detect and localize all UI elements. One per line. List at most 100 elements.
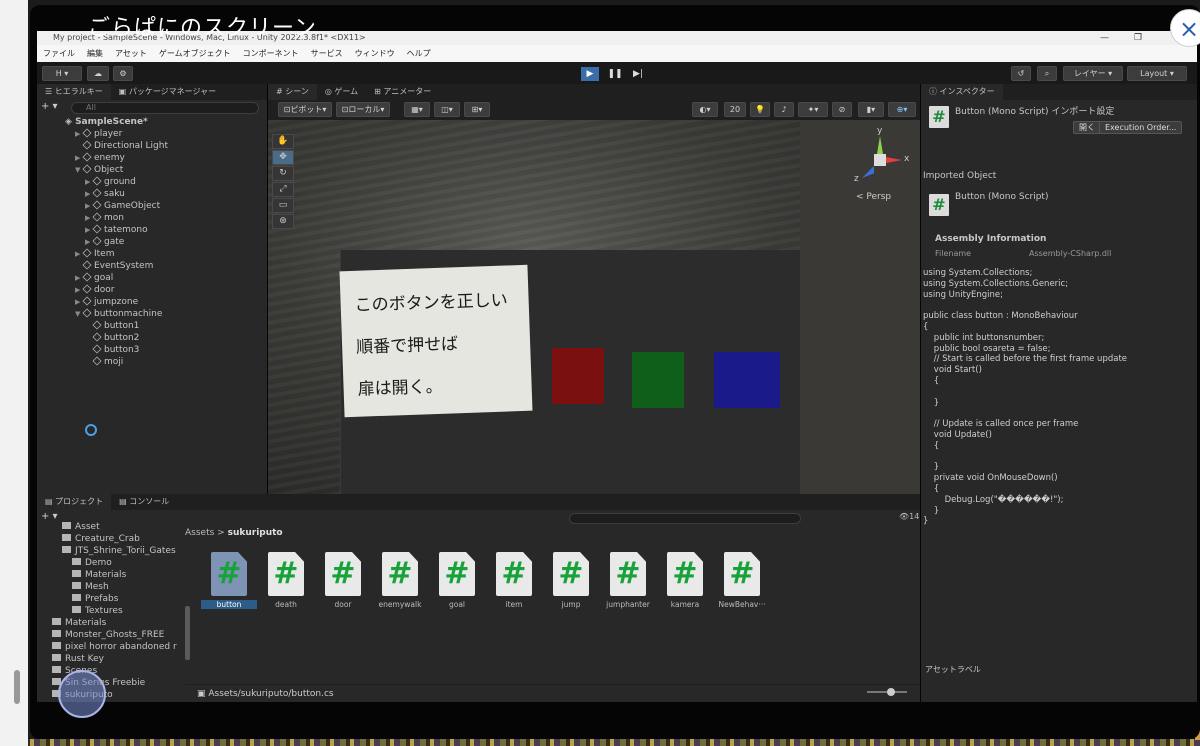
asset-tile[interactable]: # item [486, 552, 542, 609]
hierarchy-item[interactable]: ▼ buttonmachine [75, 308, 162, 320]
increment-snap-button[interactable]: ⊞▾ [464, 102, 490, 117]
scene-camera-dropdown[interactable]: ▮▾ [858, 102, 884, 117]
breadcrumb-root[interactable]: Assets [185, 528, 214, 538]
minimize-button[interactable]: — [1100, 31, 1109, 45]
folder-item[interactable]: JTS_Shrine_Torii_Gates [62, 545, 176, 557]
scene-viewport[interactable]: このボタンを正しい 順番で押せば 扉は開く。 y x z < Persp [268, 120, 920, 494]
tab-project[interactable]: ▤ プロジェクト [37, 494, 112, 510]
asset-tile[interactable]: # death [258, 552, 314, 609]
menu-edit[interactable]: 編集 [87, 49, 103, 58]
folder-item[interactable]: Creature_Crab [62, 533, 140, 545]
asset-tile[interactable]: # NewBehav··· [714, 552, 770, 609]
hierarchy-item[interactable]: ▶ player [75, 128, 122, 140]
camera-speed-value[interactable]: 20 [724, 102, 746, 117]
expand-arrow-icon[interactable]: ▶ [75, 272, 83, 284]
tab-hierarchy[interactable]: ☰ ヒエラルキー [37, 84, 111, 100]
slider-thumb[interactable] [887, 688, 895, 696]
hierarchy-item[interactable]: button1 [85, 320, 139, 332]
rotate-tool-button[interactable]: ↻ [272, 166, 294, 181]
hierarchy-search-field[interactable]: All [71, 102, 259, 114]
expand-arrow-icon[interactable]: ▶ [85, 176, 93, 188]
hierarchy-item[interactable]: ▶ saku [85, 188, 125, 200]
pivot-dropdown[interactable]: ⊡ピボット▾ [278, 102, 332, 117]
folder-item[interactable]: Materials [52, 617, 106, 629]
hierarchy-item[interactable]: ▶ jumpzone [75, 296, 138, 308]
green-button-cube[interactable] [632, 352, 684, 408]
folder-item[interactable]: Mesh [72, 581, 109, 593]
hand-tool-button[interactable]: ✋ [272, 134, 294, 149]
folder-item[interactable]: Asset [62, 521, 100, 533]
hierarchy-item[interactable]: moji [85, 356, 123, 368]
hierarchy-add-button[interactable]: + ▾ [41, 101, 58, 112]
hierarchy-item[interactable]: ▶ tatemono [85, 224, 148, 236]
folder-item[interactable]: Demo [72, 557, 112, 569]
tab-game[interactable]: ◎ ゲーム [317, 84, 366, 100]
lighting-toggle[interactable]: 💡 [750, 102, 770, 117]
hierarchy-item[interactable]: ▶ goal [75, 272, 113, 284]
expand-arrow-icon[interactable]: ▶ [75, 296, 83, 308]
folder-item[interactable]: pixel horror abandoned r [52, 641, 177, 653]
expand-arrow-icon[interactable]: ▶ [85, 200, 93, 212]
transform-tool-button[interactable]: ⊛ [272, 214, 294, 229]
folder-tree-scrollbar[interactable] [185, 606, 190, 660]
expand-arrow-icon[interactable]: ▼ [75, 308, 83, 320]
persp-label[interactable]: < Persp [856, 192, 891, 202]
hierarchy-item[interactable]: ▶ enemy [75, 152, 125, 164]
expand-arrow-icon[interactable]: ▶ [85, 224, 93, 236]
pause-button[interactable]: ❚❚ [606, 67, 624, 81]
menu-help[interactable]: ヘルプ [407, 49, 431, 58]
project-add-button[interactable]: + ▾ [41, 511, 58, 522]
expand-arrow-icon[interactable]: ▼ [75, 164, 83, 176]
menu-gameobject[interactable]: ゲームオブジェクト [159, 49, 231, 58]
hierarchy-item[interactable]: button2 [85, 332, 139, 344]
hierarchy-item[interactable]: Directional Light [75, 140, 168, 152]
menu-services[interactable]: サービス [311, 49, 343, 58]
asset-tile[interactable]: # door [315, 552, 371, 609]
tab-package-manager[interactable]: ▣ パッケージマネージャー [111, 84, 224, 100]
local-dropdown[interactable]: ⊡ローカル▾ [336, 102, 390, 117]
asset-tile[interactable]: # enemywalk [372, 552, 428, 609]
execution-order-button[interactable]: Execution Order... [1099, 121, 1183, 134]
project-search-field[interactable] [569, 513, 801, 524]
expand-arrow-icon[interactable]: ▶ [85, 188, 93, 200]
folder-item[interactable]: Rust Key [52, 653, 104, 665]
shading-dropdown[interactable]: ◐▾ [692, 102, 718, 117]
play-button[interactable]: ▶ [581, 67, 599, 81]
fx-dropdown[interactable]: ✦▾ [798, 102, 828, 117]
scene-row[interactable]: ◈ SampleScene* [65, 116, 148, 128]
step-button[interactable]: ▶| [629, 67, 647, 81]
cloud-button[interactable]: ☁ [87, 66, 109, 81]
scale-tool-button[interactable]: ⤢ [272, 182, 294, 197]
breadcrumb-current[interactable]: sukuriputo [228, 528, 283, 538]
asset-tile[interactable]: # jump [543, 552, 599, 609]
close-icon[interactable]: × [1170, 9, 1200, 47]
draw-mode-button[interactable]: ◫▾ [434, 102, 460, 117]
hierarchy-item[interactable]: button3 [85, 344, 139, 356]
grid-snap-button[interactable]: ▦▾ [404, 102, 430, 117]
tab-scene[interactable]: # シーン [268, 84, 317, 100]
asset-tile[interactable]: # jumphanter [600, 552, 656, 609]
menu-file[interactable]: ファイル [43, 49, 75, 58]
menu-assets[interactable]: アセット [115, 49, 147, 58]
search-button[interactable]: ⌕ [1037, 66, 1057, 81]
layout-dropdown[interactable]: Layout ▾ [1127, 66, 1187, 81]
hierarchy-item[interactable]: EventSystem [75, 260, 153, 272]
desktop-scrollbar-thumb[interactable] [14, 670, 20, 704]
account-dropdown[interactable]: H ▾ [42, 66, 82, 81]
collab-button[interactable]: ⚙ [113, 66, 133, 81]
tab-console[interactable]: ▤ コンソール [111, 494, 177, 510]
hierarchy-item[interactable]: ▶ mon [85, 212, 124, 224]
expand-arrow-icon[interactable]: ▶ [75, 284, 83, 296]
hierarchy-item[interactable]: ▼ Object [75, 164, 123, 176]
expand-arrow-icon[interactable]: ▶ [75, 152, 83, 164]
maximize-button[interactable]: ❐ [1134, 31, 1142, 45]
layers-dropdown[interactable]: レイヤー ▾ [1063, 66, 1123, 81]
orientation-gizmo[interactable]: y x z [854, 126, 910, 190]
red-button-cube[interactable] [552, 348, 604, 404]
open-button[interactable]: 開く [1073, 121, 1101, 134]
visibility-toggle[interactable]: ⊘ [832, 102, 852, 117]
audio-toggle[interactable]: ♪ [774, 102, 794, 117]
hierarchy-item[interactable]: ▶ door [75, 284, 114, 296]
expand-arrow-icon[interactable]: ▶ [75, 248, 83, 260]
blue-button-cube[interactable] [714, 352, 780, 408]
